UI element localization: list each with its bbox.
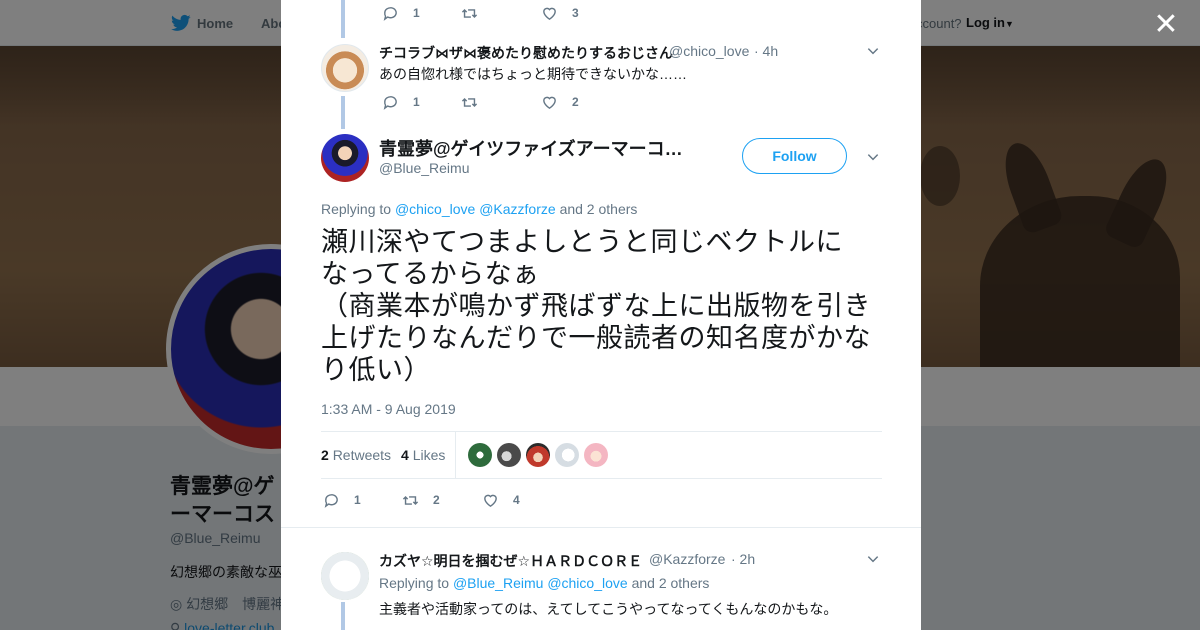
tweet-line: なってるからなぁ xyxy=(321,259,540,289)
mention-link[interactable]: @Kazzforze xyxy=(479,201,555,217)
reply-count: 1 xyxy=(413,6,420,20)
tweet-author-name[interactable]: チコラブ⋈ザ⋈褒めたり慰めたりするおじさん xyxy=(379,43,673,63)
tweet-time[interactable]: · 4h xyxy=(754,43,778,59)
like-button[interactable]: 4 xyxy=(482,490,520,510)
chevron-down-icon[interactable] xyxy=(866,552,880,566)
tweet-body: 瀬川深やてつまよしとうと同じベクトルに なってるからなぁ （商業本が鳴かず飛ばず… xyxy=(321,226,886,386)
like-stat[interactable]: 4 Likes xyxy=(401,447,445,463)
tweet-modal: 1 3 チコラブ⋈ザ⋈褒めたり慰めたりするおじさん @chico_love · … xyxy=(281,0,921,630)
mention-link[interactable]: @chico_love xyxy=(395,201,475,217)
replying-others[interactable]: and 2 others xyxy=(632,575,710,591)
like-stat-count: 4 xyxy=(401,447,409,463)
replying-prefix: Replying to xyxy=(379,575,450,591)
prev-tweet-actions: 1 3 xyxy=(382,3,642,23)
liker-avatar[interactable] xyxy=(555,443,579,467)
liker-avatar[interactable] xyxy=(497,443,521,467)
avatar[interactable] xyxy=(321,44,369,92)
thread-line xyxy=(341,96,345,129)
mention-link[interactable]: @Blue_Reimu xyxy=(453,575,543,591)
retweet-stat-count: 2 xyxy=(321,447,329,463)
avatar[interactable] xyxy=(321,134,369,182)
liker-avatar[interactable] xyxy=(526,443,550,467)
mention-link[interactable]: @chico_love xyxy=(547,575,627,591)
tweet-line: 瀬川深やてつまよしとうと同じベクトルに xyxy=(321,227,843,257)
tweet-author-handle[interactable]: @Kazzforze xyxy=(649,551,725,567)
reply-icon xyxy=(324,493,338,508)
tweet-line: （商業本が鳴かず飛ばずな上に出版物を引き xyxy=(321,291,871,321)
follow-button[interactable]: Follow xyxy=(742,138,847,174)
heart-icon xyxy=(543,7,556,20)
like-count: 2 xyxy=(572,95,579,109)
retweet-stat[interactable]: 2 Retweets xyxy=(321,447,391,463)
tweet-text: 主義者や活動家ってのは、えてしてこうやってなってくもんなのかもな。 xyxy=(379,601,838,617)
tweet-author-handle[interactable]: @chico_love xyxy=(669,43,749,59)
reply-icon xyxy=(383,6,397,21)
tweet-author-name[interactable]: カズヤ☆明日を掴むぜ☆ＨＡＲＤＣＯＲＥ xyxy=(379,551,642,571)
reply-button[interactable]: 1 xyxy=(323,490,361,510)
chevron-down-icon[interactable] xyxy=(866,44,880,58)
reply-button[interactable]: 1 xyxy=(382,92,420,112)
tweet-text: あの自惚れ様ではちょっと期待できないかな…… xyxy=(379,66,687,82)
reply-icon xyxy=(383,95,397,110)
main-tweet-actions: 1 2 4 xyxy=(323,490,623,510)
retweet-icon xyxy=(461,97,478,107)
close-icon[interactable]: ✕ xyxy=(1152,10,1180,40)
heart-icon xyxy=(543,96,556,109)
replying-to: Replying to @Blue_Reimu @chico_love and … xyxy=(379,575,709,591)
replying-others[interactable]: and 2 others xyxy=(560,201,638,217)
reply-button[interactable]: 1 xyxy=(382,3,420,23)
like-button[interactable]: 2 xyxy=(541,92,579,112)
retweet-icon xyxy=(402,495,419,505)
like-button[interactable]: 3 xyxy=(541,3,579,23)
replying-prefix: Replying to xyxy=(321,201,392,217)
avatar[interactable] xyxy=(321,552,369,600)
divider xyxy=(281,527,921,528)
retweet-stat-label: Retweets xyxy=(332,447,392,463)
tweet-actions: 1 2 xyxy=(382,92,642,112)
retweet-icon xyxy=(461,8,478,18)
like-count: 4 xyxy=(513,493,520,507)
liker-avatar[interactable] xyxy=(584,443,608,467)
liker-avatar[interactable] xyxy=(468,443,492,467)
tweet-line: り低い） xyxy=(321,355,431,385)
like-stat-label: Likes xyxy=(412,447,446,463)
reply-count: 1 xyxy=(354,493,361,507)
tweet-author-handle[interactable]: @Blue_Reimu xyxy=(379,160,469,176)
retweet-button[interactable] xyxy=(461,3,492,23)
chevron-down-icon[interactable] xyxy=(866,150,880,164)
tweet-time[interactable]: · 2h xyxy=(731,551,755,567)
retweet-count: 2 xyxy=(433,493,440,507)
retweet-button[interactable]: 2 xyxy=(402,490,440,510)
tweet-stats: 2 Retweets 4 Likes xyxy=(321,431,882,479)
retweet-button[interactable] xyxy=(461,92,492,112)
like-count: 3 xyxy=(572,6,579,20)
tweet-author-name[interactable]: 青霊夢@ゲイツファイズアーマーコ… xyxy=(379,135,689,161)
tweet-line: 上げたりなんだりで一般読者の知名度がかな xyxy=(321,323,871,353)
stats-divider xyxy=(455,432,456,478)
thread-line xyxy=(341,602,345,630)
thread-line xyxy=(341,0,345,38)
tweet-timestamp[interactable]: 1:33 AM - 9 Aug 2019 xyxy=(321,401,456,417)
reply-count: 1 xyxy=(413,95,420,109)
heart-icon xyxy=(484,494,497,507)
replying-to: Replying to @chico_love @Kazzforze and 2… xyxy=(321,201,637,217)
